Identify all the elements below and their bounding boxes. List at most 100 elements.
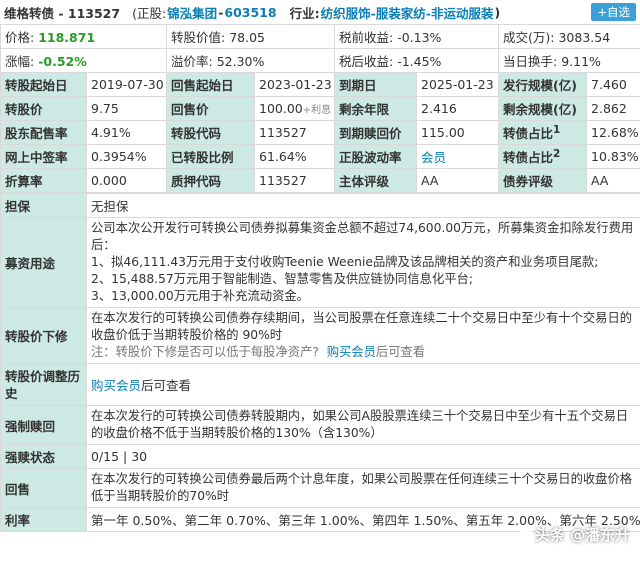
call-status-label: 强赎状态 bbox=[0, 444, 87, 469]
stock-name-link[interactable]: 锦泓集团 bbox=[167, 3, 217, 22]
info-row: 转股价 9.75 回售价 100.00+利息 剩余年限 2.416 剩余规模(亿) 2.862 bbox=[0, 96, 640, 121]
info-value: 2.416 bbox=[416, 96, 500, 121]
info-value: 2025-01-23 bbox=[416, 72, 500, 97]
info-label: 质押代码 bbox=[166, 168, 256, 193]
quote-label: 转股价值: bbox=[171, 30, 226, 45]
info-label: 已转股比例 bbox=[166, 144, 256, 169]
call-status-row: 强赎状态 0/15 | 30 bbox=[0, 444, 640, 469]
info-value-text: 2025-01-23 bbox=[421, 77, 494, 92]
quote-label: 成交(万): bbox=[503, 30, 555, 45]
add-watchlist-button[interactable]: +自选 bbox=[591, 3, 636, 21]
info-value-text: 61.64% bbox=[259, 149, 307, 164]
info-value: 61.64% bbox=[254, 144, 336, 169]
info-value-text: 9.75 bbox=[91, 101, 119, 116]
info-value-text: AA bbox=[421, 173, 439, 188]
quote-label: 税后收益: bbox=[339, 54, 394, 69]
info-label: 转股代码 bbox=[166, 120, 256, 145]
info-value-text: AA bbox=[591, 173, 609, 188]
info-label: 网上中签率 bbox=[0, 144, 87, 169]
info-label-text: 网上中签率 bbox=[5, 150, 68, 165]
info-label: 到期日 bbox=[334, 72, 418, 97]
down-revision-text: 在本次发行的可转换公司债券存续期间，当公司股票在任意连续二十个交易日中至少有十个… bbox=[86, 307, 640, 364]
info-label-text: 折算率 bbox=[5, 174, 43, 189]
putback-text: 在本次发行的可转换公司债券最后两个计息年度，如果公司股票在任何连续三十个交易日的… bbox=[86, 468, 640, 508]
info-label-text: 转股起始日 bbox=[5, 78, 68, 93]
info-value[interactable]: 会员 bbox=[416, 144, 500, 169]
guarantee-row: 担保 无担保 bbox=[0, 193, 640, 218]
stock-code-link[interactable]: 603518 bbox=[224, 5, 276, 20]
info-value: 0.3954% bbox=[85, 144, 168, 169]
info-label: 回售价 bbox=[166, 96, 256, 121]
quote-value: 118.871 bbox=[38, 30, 96, 45]
info-label: 转债占比1 bbox=[498, 120, 588, 145]
info-label-text: 质押代码 bbox=[171, 174, 222, 189]
info-value: 113527 bbox=[254, 120, 336, 145]
info-label-text: 转股价 bbox=[5, 102, 43, 117]
info-label: 转债占比2 bbox=[498, 144, 588, 169]
info-value-text: 0.3954% bbox=[91, 149, 147, 164]
down-revision-note-text: 注：转股价下修是否可以低于每股净资产? bbox=[91, 345, 319, 359]
toutiao-logo-icon bbox=[516, 527, 533, 544]
quote-value: -0.13% bbox=[397, 30, 442, 45]
info-value-text: 7.460 bbox=[591, 77, 627, 92]
putback-label: 回售 bbox=[0, 468, 87, 508]
quote-row: 涨幅: -0.52% 溢价率: 52.30% 税后收益: -1.45% 当日换手: 9… bbox=[0, 48, 640, 73]
info-value: 100.00+利息 bbox=[254, 96, 336, 121]
fund-use-row: 募资用途 公司本次公开发行可转换公司债券拟募集资金总额不超过74,600.00万… bbox=[0, 217, 640, 308]
info-value-text: 10.83% bbox=[591, 149, 639, 164]
info-value: AA bbox=[586, 168, 640, 193]
info-value-text: 2023-01-23 bbox=[259, 77, 332, 92]
down-revision-row: 转股价下修 在本次发行的可转换公司债券存续期间，当公司股票在任意连续二十个交易日… bbox=[0, 307, 640, 364]
putback-row: 回售 在本次发行的可转换公司债券最后两个计息年度，如果公司股票在任何连续三十个交… bbox=[0, 468, 640, 508]
quote-cell: 税前收益: -0.13% bbox=[334, 24, 500, 49]
quote-cell: 价格: 118.871 bbox=[0, 24, 168, 49]
quote-label: 当日换手: bbox=[503, 54, 558, 69]
quote-value: -1.45% bbox=[397, 54, 442, 69]
down-revision-note: 注：转股价下修是否可以低于每股净资产? 购买会员后可查看 bbox=[91, 344, 636, 361]
info-label: 债券评级 bbox=[498, 168, 588, 193]
fund-use-label: 募资用途 bbox=[0, 217, 87, 308]
quote-cell: 税后收益: -1.45% bbox=[334, 48, 500, 73]
info-label-text: 到期赎回价 bbox=[339, 126, 402, 141]
fund-use-line: 2、15,488.57万元用于智能制造、智慧零售及供应链协同信息化平台; bbox=[91, 272, 473, 286]
info-value-text: 2019-07-30 bbox=[91, 77, 164, 92]
stock-prefix: (正股: bbox=[132, 5, 167, 21]
info-label: 正股波动率 bbox=[334, 144, 418, 169]
info-row: 股东配售率 4.91% 转股代码 113527 到期赎回价 115.00 转债占比1 12.6… bbox=[0, 120, 640, 145]
info-label: 剩余规模(亿) bbox=[498, 96, 588, 121]
info-value: 7.460 bbox=[586, 72, 640, 97]
info-value-text: 12.68% bbox=[591, 125, 639, 140]
info-value: 2023-01-23 bbox=[254, 72, 336, 97]
info-value-text: 2.862 bbox=[591, 101, 627, 116]
info-label: 到期赎回价 bbox=[334, 120, 418, 145]
forced-call-label: 强制赎回 bbox=[0, 405, 87, 445]
info-label-text: 转股代码 bbox=[171, 126, 222, 141]
info-value: AA bbox=[416, 168, 500, 193]
down-revision-clause: 在本次发行的可转换公司债券存续期间，当公司股票在任意连续二十个交易日中至少有十个… bbox=[91, 311, 633, 342]
info-label-text: 转债占比 bbox=[503, 126, 554, 141]
info-value: 113527 bbox=[254, 168, 336, 193]
info-value: 2.862 bbox=[586, 96, 640, 121]
bond-info-table: 价格: 118.871 转股价值: 78.05 税前收益: -0.13% 成交(万):… bbox=[0, 24, 640, 193]
info-label-text: 正股波动率 bbox=[339, 150, 402, 165]
quote-label: 涨幅: bbox=[5, 54, 35, 69]
quote-row: 价格: 118.871 转股价值: 78.05 税前收益: -0.13% 成交(万):… bbox=[0, 24, 640, 49]
quote-cell: 溢价率: 52.30% bbox=[166, 48, 336, 73]
info-label-text: 已转股比例 bbox=[171, 150, 234, 165]
history-buy-membership-link[interactable]: 购买会员 bbox=[91, 378, 141, 393]
quote-cell: 转股价值: 78.05 bbox=[166, 24, 336, 49]
history-row: 转股价调整历史 购买会员后可查看 bbox=[0, 363, 640, 406]
industry-link[interactable]: 纺织服饰-服装家纺-非运动服装 bbox=[321, 3, 494, 22]
info-label: 主体评级 bbox=[334, 168, 418, 193]
header-close: ) bbox=[494, 4, 501, 20]
quote-label: 价格: bbox=[5, 30, 35, 45]
buy-membership-link[interactable]: 购买会员 bbox=[327, 345, 376, 359]
info-label: 剩余年限 bbox=[334, 96, 418, 121]
member-link[interactable]: 会员 bbox=[421, 150, 446, 165]
info-value: 115.00 bbox=[416, 120, 500, 145]
info-label-text: 转债占比 bbox=[503, 150, 554, 165]
info-label-text: 发行规模(亿) bbox=[503, 78, 577, 93]
history-tail: 后可查看 bbox=[141, 378, 192, 393]
info-label: 发行规模(亿) bbox=[498, 72, 588, 97]
forced-call-text: 在本次发行的可转换公司债券转股期内，如果公司A股股票连续三十个交易日中至少有十五… bbox=[86, 405, 640, 445]
